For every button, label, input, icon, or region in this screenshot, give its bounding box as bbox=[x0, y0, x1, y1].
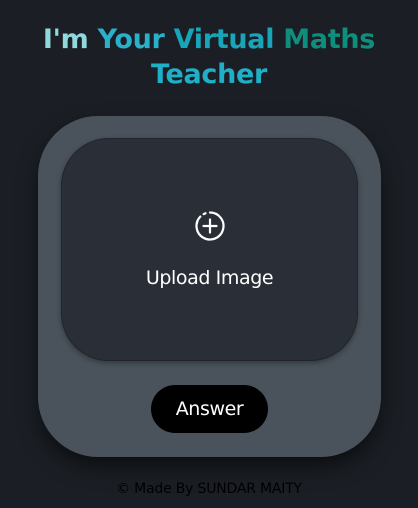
answer-button[interactable]: Answer bbox=[151, 385, 268, 433]
main-card: Upload Image Answer bbox=[38, 116, 381, 457]
footer-credit: © Made By SUNDAR MAITY bbox=[0, 481, 418, 497]
title-line-2: Teacher bbox=[150, 59, 268, 90]
upload-image-dropzone[interactable]: Upload Image bbox=[61, 138, 358, 361]
copyright-icon: © bbox=[116, 481, 130, 497]
title-word-virtual: Virtual bbox=[173, 24, 275, 55]
title-word-im: I'm bbox=[42, 24, 89, 55]
title-line-1: I'm Your Virtual Maths bbox=[0, 22, 418, 57]
page-title: I'm Your Virtual Maths Teacher bbox=[0, 22, 418, 92]
footer-text: Made By SUNDAR MAITY bbox=[134, 481, 302, 497]
title-word-maths: Maths bbox=[283, 24, 376, 55]
upload-image-label: Upload Image bbox=[145, 267, 274, 289]
title-word-your: Your bbox=[97, 24, 165, 55]
add-circle-dashed-icon bbox=[195, 211, 225, 241]
